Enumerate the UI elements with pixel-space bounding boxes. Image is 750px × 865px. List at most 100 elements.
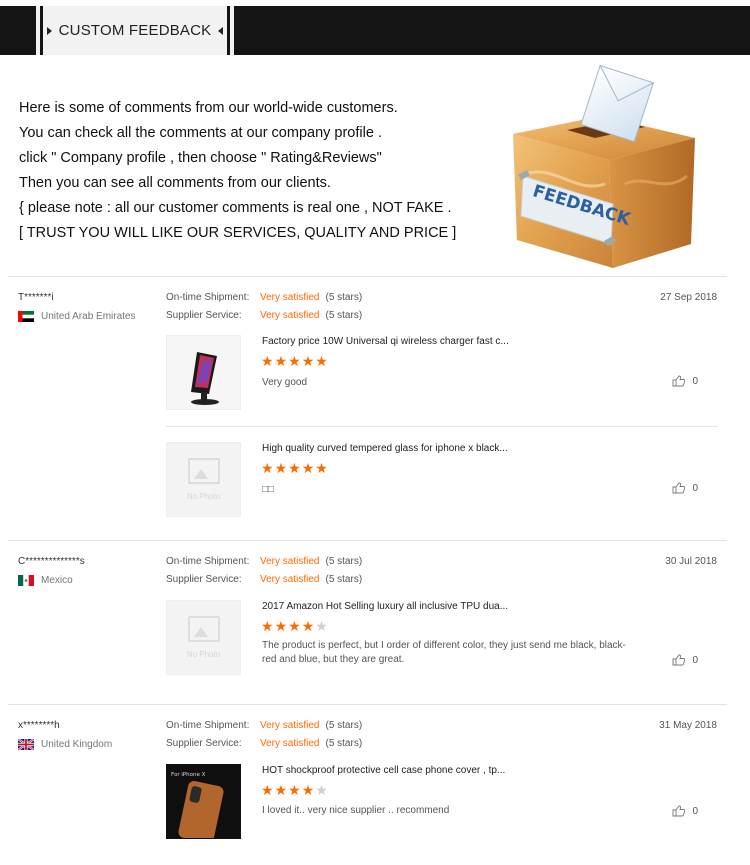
- reviewer-country: Mexico: [18, 575, 73, 586]
- review-item: No Photo 2017 Amazon Hot Selling luxury …: [166, 600, 718, 677]
- ontime-value: Very satisfied: [260, 556, 320, 567]
- ontime-label: On-time Shipment:: [166, 556, 250, 567]
- ontime-rating: On-time Shipment: Very satisfied (5 stars): [166, 556, 362, 567]
- like-button[interactable]: 0: [672, 805, 698, 817]
- intro-line: click " Company profile , then choose " …: [19, 150, 382, 166]
- review-date: 31 May 2018: [659, 720, 717, 731]
- product-thumbnail[interactable]: No Photo: [166, 600, 241, 675]
- star-icon: ★: [301, 618, 316, 634]
- product-rating-stars: ★★★★★: [261, 354, 329, 368]
- uae-flag-icon: [18, 311, 34, 322]
- star-icon: ★: [288, 353, 302, 369]
- star-icon: ★: [274, 460, 289, 476]
- review-date: 27 Sep 2018: [660, 292, 717, 303]
- country-label: Mexico: [41, 575, 73, 586]
- service-value: Very satisfied: [260, 574, 320, 585]
- product-name-link[interactable]: Factory price 10W Universal qi wireless …: [262, 336, 509, 347]
- image-placeholder-icon: [187, 616, 220, 642]
- reviewer-country: United Arab Emirates: [18, 311, 136, 322]
- service-label: Supplier Service:: [166, 574, 242, 585]
- product-rating-stars: ★★★★★: [261, 619, 329, 633]
- wireless-charger-image: [167, 336, 240, 409]
- reviewer-name: T*******i: [18, 292, 54, 303]
- review-comment: Very good: [262, 377, 308, 388]
- phone-case-image: For iPhone X: [167, 765, 240, 838]
- ontime-rating: On-time Shipment: Very satisfied (5 stars): [166, 292, 362, 303]
- like-count: 0: [692, 482, 698, 494]
- intro-line: You can check all the comments at our co…: [19, 125, 382, 141]
- service-label: Supplier Service:: [166, 310, 242, 321]
- star-icon: ★: [261, 782, 275, 798]
- image-placeholder-icon: [187, 458, 220, 484]
- like-count: 0: [692, 654, 698, 666]
- review-item: For iPhone X HOT shockproof protective c…: [166, 764, 718, 841]
- star-icon: ★: [288, 782, 302, 798]
- service-value: Very satisfied: [260, 310, 320, 321]
- ontime-label: On-time Shipment:: [166, 720, 250, 731]
- star-icon: ★: [261, 353, 275, 369]
- star-icon: ★: [301, 782, 316, 798]
- star-icon: ★: [274, 782, 289, 798]
- service-label: Supplier Service:: [166, 738, 242, 749]
- no-photo-label: No Photo: [186, 492, 221, 501]
- ontime-rating: On-time Shipment: Very satisfied (5 stars): [166, 720, 362, 731]
- intro-line: Here is some of comments from our world-…: [19, 100, 398, 116]
- item-divider: [166, 426, 718, 427]
- product-name-link[interactable]: HOT shockproof protective cell case phon…: [262, 765, 505, 776]
- country-label: United Kingdom: [41, 739, 113, 750]
- like-button[interactable]: 0: [672, 375, 698, 387]
- service-stars: (5 stars): [325, 310, 363, 321]
- reviewer-country: United Kingdom: [18, 739, 112, 750]
- star-icon: ★: [288, 618, 302, 634]
- product-thumbnail[interactable]: [166, 335, 241, 410]
- feedback-box-illustration: FEEDBACK: [505, 64, 705, 274]
- no-photo-placeholder: No Photo: [167, 601, 240, 674]
- service-rating: Supplier Service: Very satisfied (5 stars): [166, 574, 362, 585]
- product-name-link[interactable]: High quality curved tempered glass for i…: [262, 443, 508, 454]
- ontime-stars: (5 stars): [325, 720, 363, 731]
- service-stars: (5 stars): [325, 574, 363, 585]
- section-title: CUSTOM FEEDBACK: [58, 22, 212, 39]
- reviewer-name: x********h: [18, 720, 60, 731]
- thumbs-up-icon: [672, 482, 686, 494]
- intro-text: Here is some of comments from our world-…: [19, 96, 456, 246]
- product-name-link[interactable]: 2017 Amazon Hot Selling luxury all inclu…: [262, 601, 508, 612]
- intro-line: [ TRUST YOU WILL LIKE OUR SERVICES, QUAL…: [19, 225, 457, 241]
- no-photo-label: No Photo: [186, 650, 221, 659]
- like-count: 0: [692, 375, 698, 387]
- reviewer-name: C**************s: [18, 556, 85, 567]
- service-rating: Supplier Service: Very satisfied (5 stars): [166, 310, 362, 321]
- product-thumbnail[interactable]: No Photo: [166, 442, 241, 517]
- divider: [8, 704, 727, 705]
- like-button[interactable]: 0: [672, 654, 698, 666]
- country-label: United Arab Emirates: [41, 311, 136, 322]
- header-bar: CUSTOM FEEDBACK: [0, 6, 750, 55]
- divider: [8, 540, 727, 541]
- intro-line: { please note : all our customer comment…: [19, 200, 452, 216]
- service-rating: Supplier Service: Very satisfied (5 stars): [166, 738, 362, 749]
- thumbs-up-icon: [672, 375, 686, 387]
- star-icon: ★: [315, 353, 329, 369]
- star-icon: ★: [274, 618, 289, 634]
- thumbs-up-icon: [672, 805, 686, 817]
- star-icon: ★: [261, 618, 275, 634]
- product-thumbnail[interactable]: For iPhone X: [166, 764, 241, 839]
- star-icon: ★: [288, 460, 302, 476]
- service-value: Very satisfied: [260, 738, 320, 749]
- ontime-stars: (5 stars): [325, 292, 363, 303]
- ontime-label: On-time Shipment:: [166, 292, 250, 303]
- star-icon: ★: [274, 353, 289, 369]
- intro-line: Then you can see all comments from our c…: [19, 175, 331, 191]
- product-rating-stars: ★★★★★: [261, 461, 329, 475]
- review-comment: I loved it.. very nice supplier .. recom…: [262, 805, 450, 816]
- like-button[interactable]: 0: [672, 482, 698, 494]
- star-icon: ★: [315, 460, 329, 476]
- case-image-caption: For iPhone X: [171, 772, 206, 778]
- uk-flag-icon: [18, 739, 34, 750]
- star-icon: ★: [261, 460, 275, 476]
- ontime-value: Very satisfied: [260, 720, 320, 731]
- review-comment: □□: [262, 484, 275, 495]
- divider: [8, 276, 727, 277]
- review-date: 30 Jul 2018: [665, 556, 717, 567]
- review-item: Factory price 10W Universal qi wireless …: [166, 335, 718, 412]
